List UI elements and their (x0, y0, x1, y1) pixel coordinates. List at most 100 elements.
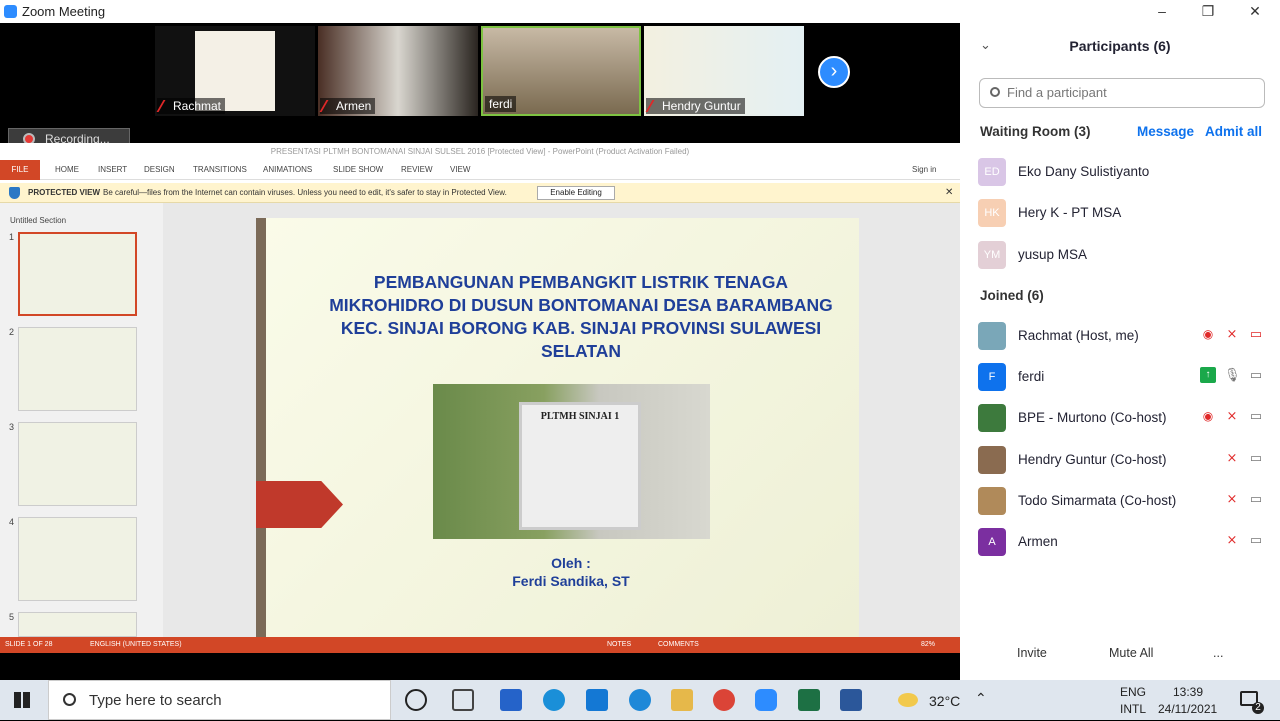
temperature[interactable]: 32°C (929, 693, 960, 709)
muted-mic-icon[interactable]: ⨯ (1224, 326, 1240, 342)
restore-icon[interactable]: ❐ (1198, 2, 1218, 20)
slide-arrow-shape (256, 481, 343, 528)
video-icon[interactable]: ▭ (1248, 450, 1264, 466)
slide-photo: PLTMH SINJAI 1 (433, 384, 710, 539)
chevron-up-icon[interactable]: ⌃ (975, 690, 987, 707)
enable-editing-button[interactable]: Enable Editing (537, 186, 615, 200)
slide-thumbnail[interactable] (18, 517, 137, 601)
taskbar-search-input[interactable]: Type here to search (48, 680, 391, 720)
language-code[interactable]: ENG (1120, 685, 1146, 699)
notes-button[interactable]: NOTES (607, 637, 631, 653)
participant-name: BPE - Murtono (Co-host) (1018, 410, 1167, 425)
windows-start-icon[interactable] (14, 692, 30, 708)
joined-participant[interactable]: A Armen ⨯ ▭ (960, 522, 1280, 562)
slide-thumbnail[interactable] (18, 612, 137, 637)
tab-design[interactable]: DESIGN (144, 165, 175, 174)
cortana-icon[interactable] (405, 689, 427, 711)
video-tile-armen[interactable]: Armen (318, 26, 478, 116)
zoom-icon[interactable] (755, 689, 777, 711)
message-button[interactable]: Message (1137, 124, 1194, 139)
tab-file[interactable]: FILE (0, 160, 40, 180)
tab-insert[interactable]: INSERT (98, 165, 127, 174)
video-icon[interactable]: ▭ (1248, 491, 1264, 507)
sign-in-link[interactable]: Sign in (912, 165, 936, 174)
zoom-level[interactable]: 82% (921, 637, 935, 653)
joined-participant[interactable]: BPE - Murtono (Co-host) ◉ ⨯ ▭ (960, 398, 1280, 438)
avatar: A (978, 528, 1006, 556)
clock-time[interactable]: 13:39 (1173, 685, 1203, 699)
slide-thumbnail[interactable] (18, 327, 137, 411)
invite-button[interactable]: Invite (1017, 646, 1047, 660)
edge-icon[interactable] (543, 689, 565, 711)
waiting-participant[interactable]: HK Hery K - PT MSA (960, 193, 1280, 233)
excel-icon[interactable] (798, 689, 820, 711)
slide-thumbnail[interactable] (18, 422, 137, 506)
muted-mic-icon[interactable]: ⨯ (1224, 450, 1240, 466)
video-icon[interactable]: ▭ (1248, 367, 1264, 383)
muted-mic-icon (319, 100, 337, 112)
video-tile-hendry[interactable]: Hendry Guntur (644, 26, 804, 116)
video-icon[interactable]: ▭ (1248, 532, 1264, 548)
slide-number: 4 (9, 517, 15, 527)
protected-view-message: Be careful—files from the Internet can c… (103, 188, 507, 197)
search-placeholder: Type here to search (89, 692, 222, 709)
tile-name: Armen (319, 98, 376, 114)
more-button[interactable]: ... (1213, 646, 1223, 660)
clock-date[interactable]: 24/11/2021 (1158, 702, 1217, 716)
waiting-participant[interactable]: ED Eko Dany Sulistiyanto (960, 152, 1280, 192)
muted-mic-icon[interactable]: ⨯ (1224, 532, 1240, 548)
chrome-icon[interactable] (713, 689, 735, 711)
slide-thumbnail[interactable] (18, 232, 137, 316)
mute-all-button[interactable]: Mute All (1109, 646, 1153, 660)
slide-byline: Oleh : Ferdi Sandika, ST (426, 554, 716, 590)
muted-mic-icon (645, 100, 663, 112)
waiting-room-label[interactable]: Waiting Room (3) (980, 124, 1091, 139)
participants-header: Participants (6) (1069, 38, 1171, 54)
avatar: HK (978, 199, 1006, 227)
mic-icon[interactable]: 🎙 (1224, 367, 1241, 383)
tab-view[interactable]: VIEW (450, 165, 470, 174)
waiting-participant[interactable]: YM yusup MSA (960, 235, 1280, 275)
joined-label[interactable]: Joined (6) (980, 288, 1044, 303)
muted-mic-icon[interactable]: ⨯ (1224, 491, 1240, 507)
tab-review[interactable]: REVIEW (401, 165, 433, 174)
tab-slide-show[interactable]: SLIDE SHOW (333, 165, 383, 174)
ppt-ribbon-tabs: FILE HOME INSERT DESIGN TRANSITIONS ANIM… (0, 160, 960, 180)
avatar (978, 322, 1006, 350)
mail-icon[interactable] (586, 689, 608, 711)
video-off-icon[interactable]: ▭ (1248, 326, 1264, 342)
muted-mic-icon (156, 100, 174, 112)
participant-name: ferdi (1018, 369, 1045, 384)
participant-search-input[interactable]: Find a participant (979, 78, 1265, 108)
keyboard-layout[interactable]: INTL (1120, 702, 1146, 716)
weather-icon[interactable] (898, 693, 918, 707)
joined-participant[interactable]: Hendry Guntur (Co-host) ⨯ ▭ (960, 440, 1280, 480)
store-icon[interactable] (500, 689, 522, 711)
muted-mic-icon[interactable]: ⨯ (1224, 408, 1240, 424)
tab-transitions[interactable]: TRANSITIONS (193, 165, 247, 174)
next-page-arrow-icon[interactable]: › (818, 56, 850, 88)
joined-participant[interactable]: F ferdi ↑ 🎙 ▭ (960, 357, 1280, 397)
tab-animations[interactable]: ANIMATIONS (263, 165, 312, 174)
app-icon[interactable] (629, 689, 651, 711)
slide-number: 1 (9, 232, 15, 242)
joined-participant[interactable]: Rachmat (Host, me) ◉ ⨯ ▭ (960, 316, 1280, 356)
minimize-icon[interactable]: – (1152, 2, 1172, 20)
close-icon[interactable]: ✕ (1245, 2, 1265, 20)
comments-button[interactable]: COMMENTS (658, 637, 699, 653)
window-titlebar: Zoom Meeting – ❐ ✕ (0, 0, 1280, 23)
joined-participant[interactable]: Todo Simarmata (Co-host) ⨯ ▭ (960, 481, 1280, 521)
windows-taskbar: Type here to search 32°C ⌃ ENG INTL 13:3… (0, 680, 1280, 720)
avatar (978, 404, 1006, 432)
file-explorer-icon[interactable] (671, 689, 693, 711)
video-tile-ferdi[interactable]: ferdi (481, 26, 641, 116)
video-icon[interactable]: ▭ (1248, 408, 1264, 424)
task-view-icon[interactable] (452, 689, 474, 711)
recording-icon: ◉ (1202, 409, 1214, 423)
video-tile-rachmat[interactable]: Rachmat (155, 26, 315, 116)
window-title: Zoom Meeting (22, 4, 106, 19)
word-icon[interactable] (840, 689, 862, 711)
admit-all-button[interactable]: Admit all (1205, 124, 1262, 139)
close-icon[interactable]: ✕ (945, 183, 953, 203)
tab-home[interactable]: HOME (55, 165, 79, 174)
